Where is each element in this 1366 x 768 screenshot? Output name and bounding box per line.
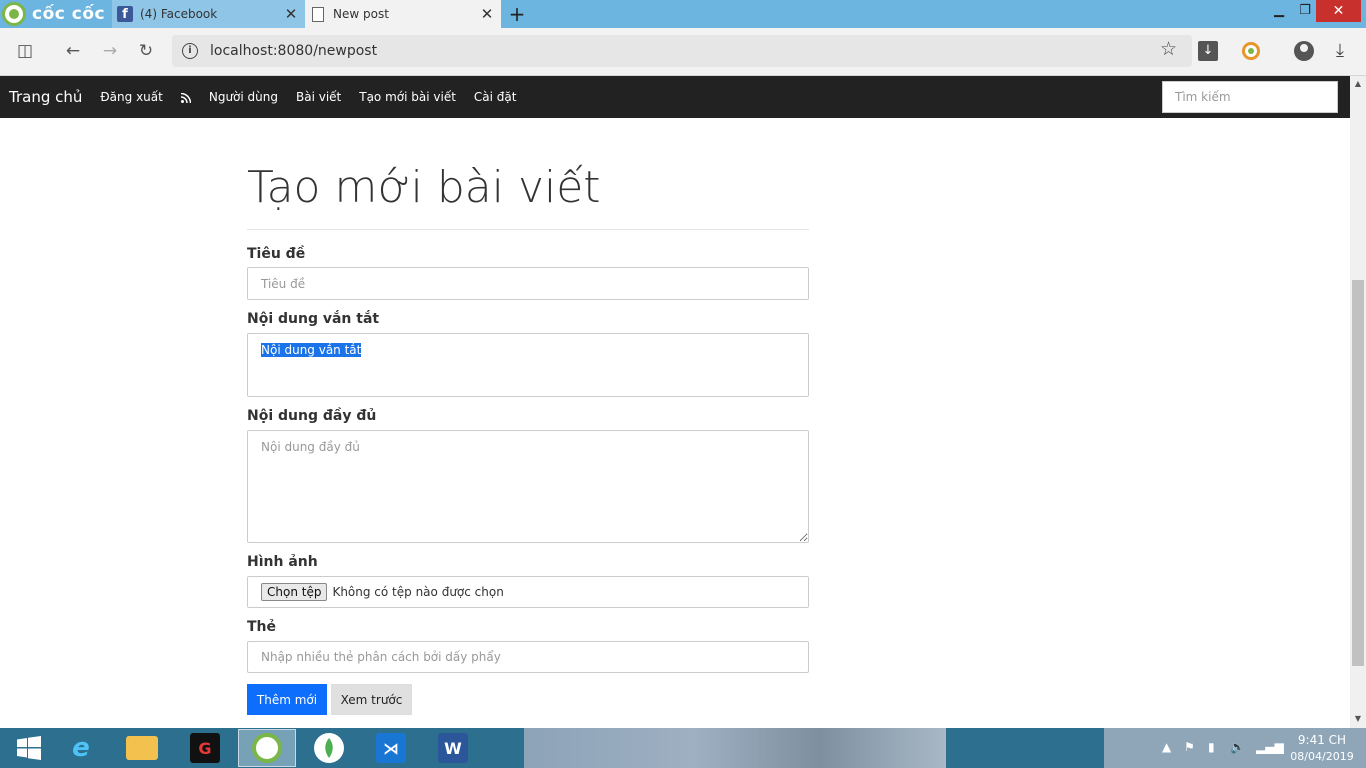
window-close-icon[interactable]: ✕	[1316, 0, 1361, 22]
vscode-icon[interactable]: ⋊	[362, 729, 420, 767]
tray-network-icon[interactable]: ▂▄▆	[1256, 740, 1284, 754]
tray-volume-icon[interactable]: 🔈	[1230, 740, 1245, 754]
file-status-text: Không có tệp nào được chọn	[332, 585, 504, 599]
coccoc-glyph	[252, 733, 282, 763]
tray-battery-icon[interactable]: ▮	[1208, 740, 1215, 754]
folder-glyph	[126, 736, 158, 760]
browser-toolbar: ◫ ← → ↻ i localhost:8080/newpost ☆ ↓ ⤓	[0, 28, 1366, 76]
tags-label: Thẻ	[247, 619, 277, 635]
summary-label: Nội dung vắn tắt	[247, 311, 380, 327]
image-file-input[interactable]: Chọn tệp Không có tệp nào được chọn	[247, 576, 809, 608]
mongo-glyph	[314, 733, 344, 763]
page-title: Tạo mới bài viết	[247, 162, 601, 213]
rss-icon[interactable]	[180, 92, 192, 104]
tab-facebook-close-icon[interactable]: ✕	[281, 5, 301, 23]
tab-new-post-close-icon[interactable]: ✕	[477, 5, 497, 23]
nav-posts[interactable]: Bài viết	[296, 90, 341, 104]
title-label: Tiêu đề	[247, 246, 306, 262]
word-glyph: W	[438, 733, 468, 763]
heading-divider	[247, 229, 809, 230]
windows-start-icon[interactable]	[0, 729, 58, 767]
nav-users[interactable]: Người dùng	[209, 90, 278, 104]
image-label: Hình ảnh	[247, 554, 318, 570]
coccoc-logo-icon	[2, 2, 26, 26]
search-input[interactable]	[1162, 81, 1338, 113]
summary-textarea[interactable]: Nội dung vắn tắt	[247, 333, 809, 397]
word-icon[interactable]: W	[424, 729, 482, 767]
mongodb-compass-icon[interactable]	[300, 729, 358, 767]
preview-button[interactable]: Xem trước	[331, 684, 412, 715]
site-info-icon[interactable]: i	[182, 43, 198, 59]
extension-icon[interactable]	[1242, 42, 1260, 60]
savior-download-icon[interactable]: ↓	[1198, 41, 1218, 61]
choose-file-button[interactable]: Chọn tệp	[261, 583, 328, 601]
file-explorer-icon[interactable]	[113, 729, 171, 767]
clock-date[interactable]: 08/04/2019	[1282, 750, 1362, 763]
tray-overflow-icon[interactable]: ▲	[1162, 740, 1171, 754]
nav-settings[interactable]: Cài đặt	[474, 90, 517, 104]
nav-brand-home[interactable]: Trang chủ	[9, 88, 82, 106]
browser-brand-label: cốc cốc	[32, 4, 106, 24]
tab-facebook[interactable]: f (4) Facebook ✕	[112, 0, 305, 28]
scrollbar-thumb[interactable]	[1352, 280, 1364, 666]
tray-flag-icon[interactable]: ⚑	[1184, 740, 1195, 754]
scroll-down-arrow-icon[interactable]: ▼	[1350, 711, 1366, 727]
tab-facebook-label: (4) Facebook	[140, 7, 218, 21]
profile-avatar-icon[interactable]	[1294, 41, 1314, 61]
sidebar-toggle-icon[interactable]: ◫	[12, 38, 38, 64]
clock-time[interactable]: 9:41 CH	[1290, 733, 1354, 747]
tags-input[interactable]	[247, 641, 809, 673]
summary-selected-text: Nội dung vắn tắt	[261, 343, 362, 357]
bookmark-star-icon[interactable]: ☆	[1160, 38, 1177, 60]
title-input[interactable]	[247, 267, 809, 300]
taskbar-wallpaper	[524, 728, 946, 768]
coccoc-logo[interactable]: cốc cốc	[0, 0, 110, 28]
reload-icon[interactable]: ↻	[133, 38, 159, 64]
submit-button[interactable]: Thêm mới	[247, 684, 327, 715]
tab-new-post-label: New post	[333, 7, 389, 21]
content-label: Nội dung đầy đủ	[247, 408, 377, 424]
tab-new-post[interactable]: New post ✕	[305, 0, 501, 28]
garena-icon[interactable]: G	[176, 729, 234, 767]
url-text[interactable]: localhost:8080/newpost	[210, 43, 377, 59]
new-tab-plus-icon[interactable]: +	[506, 2, 528, 26]
forward-arrow-icon[interactable]: →	[97, 38, 123, 64]
document-icon	[312, 6, 324, 22]
coccoc-taskbar-icon[interactable]	[238, 729, 296, 767]
downloads-icon[interactable]: ⤓	[1330, 38, 1350, 64]
back-arrow-icon[interactable]: ←	[60, 38, 86, 64]
internet-explorer-icon[interactable]: e	[52, 729, 110, 767]
ie-glyph: e	[72, 733, 90, 763]
nav-new-post[interactable]: Tạo mới bài viết	[359, 90, 456, 104]
site-navbar: Trang chủ Đăng xuất Người dùng Bài viết …	[0, 76, 1350, 118]
scroll-up-arrow-icon[interactable]: ▲	[1350, 76, 1366, 92]
garena-glyph: G	[190, 733, 220, 763]
facebook-icon: f	[117, 6, 133, 22]
content-textarea[interactable]	[247, 430, 809, 543]
vscode-glyph: ⋊	[376, 733, 406, 763]
address-bar[interactable]: i localhost:8080/newpost ☆	[172, 35, 1192, 67]
nav-logout[interactable]: Đăng xuất	[100, 90, 162, 104]
